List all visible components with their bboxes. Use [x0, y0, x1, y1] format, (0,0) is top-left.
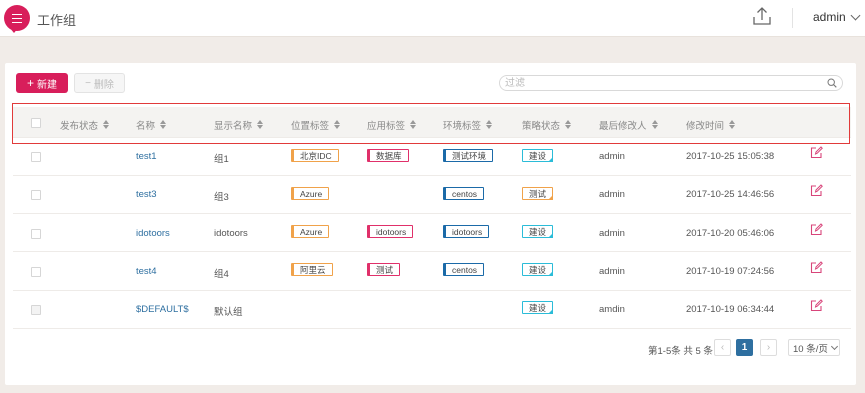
menu-icon-tail: [9, 27, 19, 33]
workgroup-card: + 新建 − 删除 发布状态 名称 显示名称 位置标签 应用标签 环境标签 策略…: [5, 63, 856, 385]
page-title: 工作组: [37, 13, 77, 28]
column-name[interactable]: 名称: [136, 118, 167, 132]
env-tag: centos: [443, 263, 485, 276]
new-button[interactable]: + 新建: [16, 73, 68, 93]
location-tag: Azure: [291, 187, 330, 200]
policy-status-badge: 建设: [522, 263, 554, 276]
edit-icon[interactable]: [810, 299, 823, 312]
group-name-link[interactable]: test3: [136, 189, 157, 200]
location-tag: 阿里云: [291, 263, 333, 276]
modified-time: 2017-10-19 07:24:56: [686, 266, 775, 277]
group-name-link[interactable]: $DEFAULT$: [136, 304, 189, 315]
group-name-link[interactable]: test1: [136, 151, 157, 162]
column-last-modifier[interactable]: 最后修改人: [599, 118, 658, 132]
next-page-button[interactable]: ›: [760, 339, 777, 356]
column-modified-time[interactable]: 修改时间: [686, 118, 736, 132]
env-tag: idotoors: [443, 225, 490, 238]
edit-icon[interactable]: [810, 261, 823, 274]
policy-status-badge: 建设: [522, 225, 554, 238]
select-all-checkbox[interactable]: [31, 118, 41, 128]
user-menu[interactable]: admin: [813, 10, 861, 24]
last-modifier: amdin: [599, 304, 625, 315]
edit-icon[interactable]: [810, 184, 823, 197]
policy-status-badge: 建设: [522, 301, 554, 314]
policy-status-badge: 建设: [522, 149, 554, 162]
page-size-select[interactable]: 10 条/页: [788, 339, 840, 356]
page-size-value: 10 条/页: [793, 343, 828, 355]
column-app-tag[interactable]: 应用标签: [367, 118, 417, 132]
column-publish-status[interactable]: 发布状态: [60, 118, 110, 132]
last-modifier: admin: [599, 151, 625, 162]
delete-button[interactable]: − 删除: [74, 73, 125, 93]
filter-input[interactable]: [500, 76, 805, 90]
pagination-summary: 第1-5条 共 5 条: [648, 346, 713, 357]
edit-icon[interactable]: [810, 146, 823, 159]
row-checkbox-disabled: [31, 305, 41, 315]
row-divider: [13, 251, 851, 252]
row-divider: [13, 213, 851, 214]
group-name-link[interactable]: test4: [136, 266, 157, 277]
env-tag: centos: [443, 187, 485, 200]
prev-page-button[interactable]: ‹: [714, 339, 731, 356]
location-tag: 北京IDC: [291, 149, 339, 162]
chevron-down-icon: [850, 10, 861, 20]
display-name: 组3: [214, 192, 229, 203]
app-tag: 数据库: [367, 149, 409, 162]
location-tag: Azure: [291, 225, 330, 238]
row-divider: [13, 328, 851, 329]
display-name: idotoors: [214, 228, 248, 239]
last-modifier: admin: [599, 228, 625, 239]
modified-time: 2017-10-25 15:05:38: [686, 151, 775, 162]
minus-icon: −: [85, 77, 91, 89]
page-1-button[interactable]: 1: [736, 339, 753, 356]
group-name-link[interactable]: idotoors: [136, 228, 170, 239]
row-divider: [13, 290, 851, 291]
env-tag: 测试环境: [443, 149, 494, 162]
app-tag: idotoors: [367, 225, 414, 238]
column-location-tag[interactable]: 位置标签: [291, 118, 341, 132]
upload-icon[interactable]: [751, 5, 773, 27]
delete-button-label: 删除: [93, 79, 114, 91]
modified-time: 2017-10-20 05:46:06: [686, 228, 775, 239]
display-name: 组4: [214, 269, 229, 280]
column-policy-status[interactable]: 策略状态: [522, 118, 572, 132]
display-name: 组1: [214, 154, 229, 165]
row-checkbox[interactable]: [31, 267, 41, 277]
new-button-label: 新建: [37, 79, 57, 91]
topbar-divider: [792, 8, 793, 28]
search-icon[interactable]: [827, 78, 837, 88]
app-tag: 测试: [367, 263, 401, 276]
filter-search: [499, 75, 843, 91]
modified-time: 2017-10-19 06:34:44: [686, 304, 775, 315]
plus-icon: +: [26, 76, 34, 90]
user-name: admin: [813, 10, 846, 24]
column-env-tag[interactable]: 环境标签: [443, 118, 493, 132]
row-checkbox[interactable]: [31, 229, 41, 239]
edit-icon[interactable]: [810, 223, 823, 236]
row-checkbox[interactable]: [31, 152, 41, 162]
modified-time: 2017-10-25 14:46:56: [686, 189, 775, 200]
last-modifier: admin: [599, 266, 625, 277]
top-bar: 工作组 admin: [0, 0, 865, 37]
display-name: 默认组: [214, 307, 243, 318]
policy-status-badge: 测试: [522, 187, 554, 200]
row-divider: [13, 137, 851, 138]
row-divider: [13, 175, 851, 176]
last-modifier: admin: [599, 189, 625, 200]
row-checkbox[interactable]: [31, 190, 41, 200]
chevron-down-icon: [830, 342, 838, 350]
column-display-name[interactable]: 显示名称: [214, 118, 264, 132]
